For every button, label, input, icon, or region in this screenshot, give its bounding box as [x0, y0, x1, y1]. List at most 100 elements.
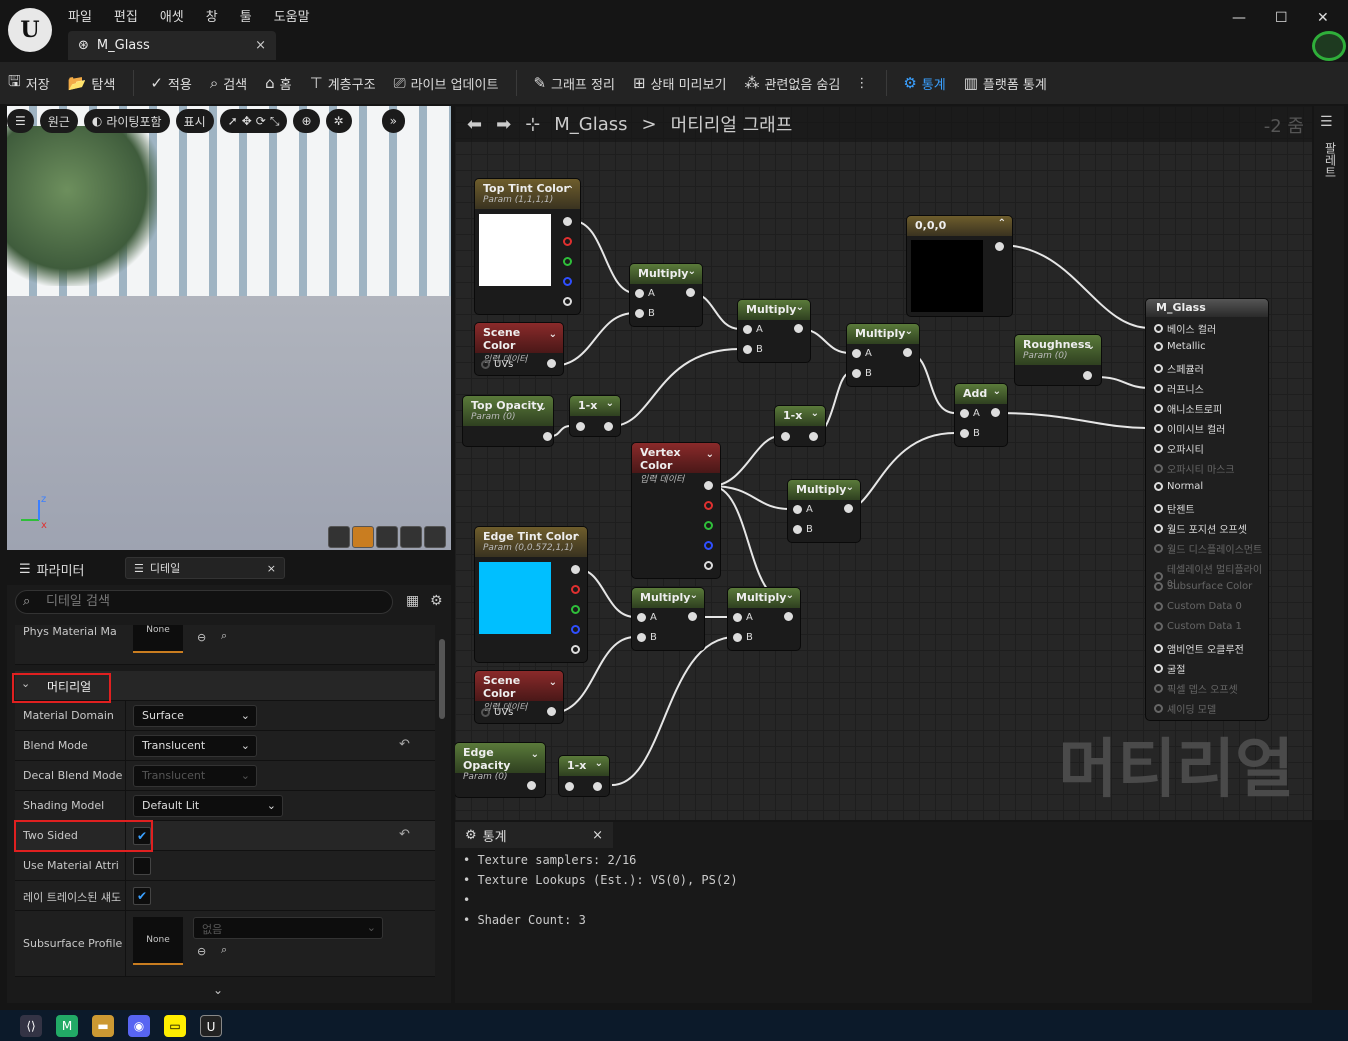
output-pin[interactable] [995, 242, 1004, 251]
node-add[interactable]: Add ⌄ A B [955, 384, 1007, 446]
chevron-down-icon[interactable]: ⌄ [549, 329, 557, 340]
viewport-menu-button[interactable]: ☰ [7, 109, 34, 133]
output-pin[interactable] [794, 324, 803, 333]
chevron-down-icon[interactable]: ⌄ [786, 590, 794, 601]
output-pin[interactable] [604, 422, 613, 431]
palette-sidebar[interactable]: ☰ 팔레트 [1314, 106, 1344, 820]
result-input-pin[interactable]: Subsurface Color [1154, 581, 1252, 592]
output-pin-a[interactable] [571, 645, 580, 654]
reset-default-icon[interactable]: ↶ [399, 737, 410, 752]
material-domain-select[interactable]: Surface ⌄ [133, 705, 257, 727]
menu-asset[interactable]: 애셋 [160, 6, 184, 25]
viewport-more-button[interactable]: » [381, 109, 405, 133]
result-input-pin[interactable]: 러프니스 [1154, 381, 1204, 396]
input-pin-a[interactable] [743, 325, 752, 334]
output-pin[interactable] [704, 481, 713, 490]
input-pin[interactable] [481, 360, 490, 369]
input-pin-a[interactable] [733, 613, 742, 622]
output-pin[interactable] [686, 288, 695, 297]
blend-mode-select[interactable]: Translucent ⌄ [133, 735, 257, 757]
chevron-down-icon[interactable]: ⌄ [706, 449, 714, 460]
vscode-icon[interactable]: ⟨⟩ [20, 1014, 42, 1037]
home-button[interactable]: ⌂ 홈 [265, 74, 292, 93]
output-pin-a[interactable] [704, 561, 713, 570]
chevron-down-icon[interactable]: ⌄ [1087, 341, 1095, 352]
result-input-pin[interactable]: 오파시티 [1154, 441, 1204, 456]
input-pin[interactable] [781, 432, 790, 441]
input-pin-b[interactable] [852, 369, 861, 378]
expand-more-icon[interactable]: ⌄ [213, 983, 223, 997]
breadcrumb-asset[interactable]: M_Glass [554, 114, 627, 135]
use-material-attributes-checkbox[interactable] [133, 857, 151, 875]
input-pin-a[interactable] [635, 289, 644, 298]
gear-icon[interactable]: ⚙ [430, 593, 443, 609]
result-input-pin[interactable]: Normal [1154, 481, 1203, 492]
show-button[interactable]: 표시 [175, 109, 214, 133]
node-vertex-color[interactable]: Vertex Color 입력 데이터 ⌄ [632, 443, 720, 578]
save-button[interactable]: 🖫 저장 [8, 71, 50, 96]
output-pin-b[interactable] [704, 541, 713, 550]
input-pin-b[interactable] [637, 633, 646, 642]
menu-tools[interactable]: 툴 [240, 6, 252, 25]
output-pin[interactable] [547, 359, 556, 368]
chevron-down-icon[interactable]: ⌄ [549, 677, 557, 688]
forward-arrow-icon[interactable]: ➡ [496, 114, 511, 135]
chat-icon[interactable]: ▭ [164, 1014, 186, 1037]
palette-menu-icon[interactable]: ☰ [1320, 114, 1333, 130]
asset-tab[interactable]: ⊛ M_Glass × [68, 31, 276, 60]
stats-button[interactable]: ⚙ 통계 [903, 74, 945, 93]
hide-unrelated-button[interactable]: ⁂ 관련없음 숨김 ⋮ [744, 74, 868, 93]
output-pin[interactable] [688, 612, 697, 621]
node-one-minus[interactable]: 1-x ⌄ [559, 756, 609, 796]
output-pin[interactable] [563, 217, 572, 226]
back-arrow-icon[interactable]: ⬅ [467, 114, 482, 135]
details-search-input[interactable]: 디테일 검색 [15, 590, 393, 614]
output-pin[interactable] [547, 707, 556, 716]
breadcrumb-graph[interactable]: 머티리얼 그래프 [671, 111, 793, 137]
output-pin-b[interactable] [563, 277, 572, 286]
result-input-pin[interactable]: 월드 디스플레이스먼트 [1154, 541, 1262, 556]
output-pin[interactable] [571, 565, 580, 574]
camera-button[interactable]: ⊕ [293, 109, 320, 133]
output-pin[interactable] [844, 504, 853, 513]
input-pin[interactable] [576, 422, 585, 431]
source-control-icon[interactable] [1312, 31, 1346, 61]
scrollbar[interactable] [439, 639, 445, 719]
input-pin-b[interactable] [743, 345, 752, 354]
transform-tools[interactable]: ➚ ✥ ⟳ ⤡ [219, 109, 288, 133]
node-one-minus[interactable]: 1-x ⌄ [570, 396, 620, 436]
chevron-down-icon[interactable]: ⌄ [993, 386, 1001, 397]
lit-mode-button[interactable]: ◐ 라이팅포함 [83, 109, 170, 133]
node-roughness[interactable]: Roughness Param (0) ⌄ [1015, 335, 1101, 385]
sphere-shape-button[interactable] [352, 526, 374, 548]
input-pin[interactable] [565, 782, 574, 791]
output-pin[interactable] [543, 432, 552, 441]
more-options-icon[interactable]: ⋮ [855, 76, 868, 91]
node-material-result[interactable]: M_Glass 베이스 컬러 Metallic 스페큘러 러프니스 애니소트로피 이미시브… [1146, 299, 1268, 720]
browse-icon[interactable]: ⌕ [221, 629, 227, 643]
menu-file[interactable]: 파일 [68, 6, 92, 25]
close-icon[interactable]: × [592, 828, 603, 843]
discord-icon[interactable]: ◉ [128, 1014, 150, 1037]
result-input-pin[interactable]: Custom Data 0 [1154, 601, 1242, 612]
table-view-icon[interactable]: ▦ [406, 593, 419, 609]
chevron-down-icon[interactable]: ⌄ [690, 590, 698, 601]
result-input-pin[interactable]: 오파시티 마스크 [1154, 461, 1235, 476]
chevron-up-icon[interactable]: ⌃ [998, 218, 1006, 229]
close-icon[interactable]: × [267, 562, 276, 575]
node-multiply[interactable]: Multiply ⌄ A B [788, 480, 860, 542]
snap-button[interactable]: ✲ [325, 109, 352, 133]
node-edge-tint-color[interactable]: Edge Tint Color Param (0,0.572,1,1) ⌃ [475, 527, 587, 662]
scale-icon[interactable]: ⤡ [270, 114, 280, 129]
input-pin[interactable] [481, 708, 490, 717]
apply-button[interactable]: ✓ 적용 [150, 74, 192, 93]
reset-default-icon[interactable]: ↶ [399, 827, 410, 842]
chevron-down-icon[interactable]: ⌄ [796, 302, 804, 313]
node-multiply[interactable]: Multiply ⌄ A B [630, 264, 702, 326]
node-scene-color[interactable]: Scene Color 입력 데이터 ⌄ UVs [475, 323, 563, 375]
input-pin-a[interactable] [852, 349, 861, 358]
output-pin-r[interactable] [704, 501, 713, 510]
input-pin-a[interactable] [960, 409, 969, 418]
clean-graph-button[interactable]: ✎ 그래프 정리 [533, 74, 615, 93]
close-window-button[interactable]: ✕ [1317, 10, 1329, 26]
